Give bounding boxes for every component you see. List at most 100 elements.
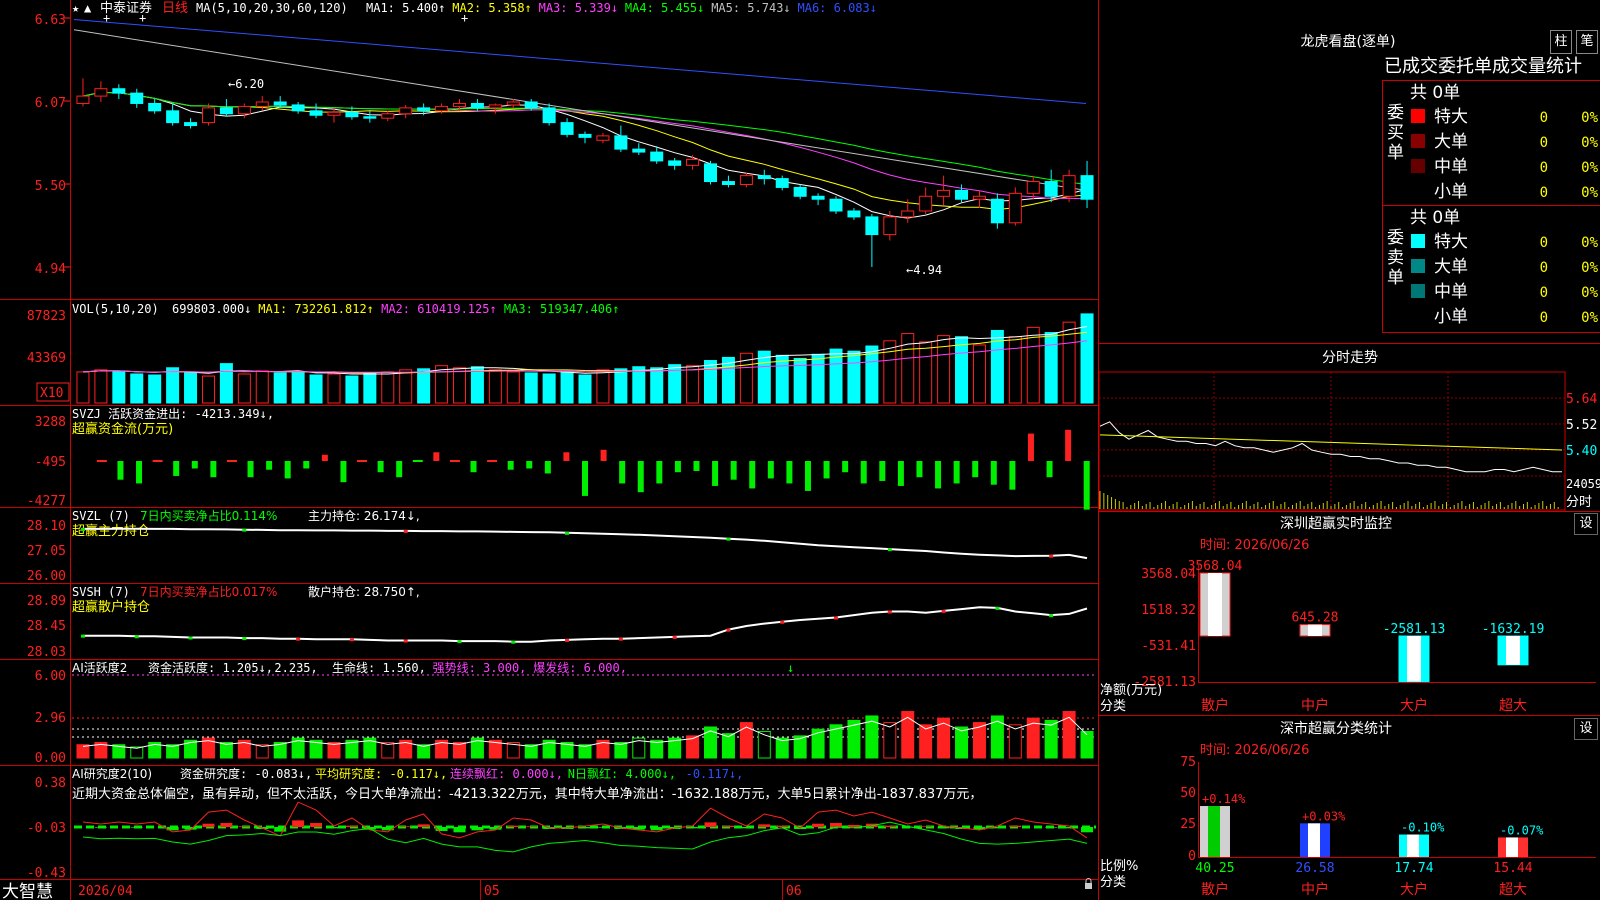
legend-item: 平均研究度: -0.117↓, (315, 766, 447, 781)
fund-flow-bar (303, 461, 310, 469)
candle-body (721, 181, 735, 185)
legend-item: MA2: 610419.125↑ (381, 302, 497, 316)
fund-flow-bar (823, 461, 830, 479)
research-bar (453, 827, 466, 833)
order-color-swatch (1411, 309, 1425, 323)
dragon-tiger-title: 龙虎看盘(逐单) (1301, 33, 1396, 50)
intraday-y-tick: 5.52 (1566, 418, 1597, 433)
main-y-tick: 5.50 (35, 179, 66, 194)
candle-body (632, 148, 646, 153)
sort-arrow-icon[interactable]: ▲ (84, 1, 92, 15)
holding-dot (565, 531, 570, 535)
monitor-value: 645.28 (1292, 611, 1339, 626)
candle-body (309, 110, 323, 116)
order-pct: 0% (1581, 185, 1598, 201)
monitor-category: 大户 (1400, 697, 1428, 714)
volume-bar (686, 365, 700, 404)
holding-dot (1049, 614, 1054, 618)
candle-body (327, 111, 341, 116)
fund-flow-bar (712, 461, 719, 486)
monitor-settings-button[interactable]: 设 (1574, 513, 1598, 535)
fund-flow-bar (284, 461, 291, 479)
fund-flow-bar (860, 461, 867, 484)
order-color-swatch (1411, 184, 1425, 198)
monitor-title: 深圳超赢实时监控 (1280, 515, 1392, 532)
svsh-subtitle: 超赢散户持仓 (72, 599, 150, 615)
intraday-y-tick: 5.40 (1566, 444, 1597, 459)
fund-flow-bar (96, 460, 107, 462)
period-label[interactable]: 日线 (162, 1, 188, 16)
order-side-label: 委 (1387, 228, 1404, 248)
holding-dot (134, 635, 139, 639)
classify-settings-button[interactable]: 设 (1574, 718, 1598, 740)
svzj-y-tick: 3288 (35, 415, 66, 430)
fund-flow-bar (210, 461, 217, 478)
volume-bar (148, 374, 162, 404)
volume-bar (255, 370, 269, 404)
order-color-swatch (1411, 284, 1425, 298)
monitor-time: 时间: 2026/06/26 (1200, 538, 1309, 553)
order-type: 中单 (1434, 282, 1468, 302)
svzl-y-tick: 27.05 (27, 544, 66, 559)
activity-bar (1008, 724, 1022, 759)
order-type: 中单 (1434, 157, 1468, 177)
research-bar (1063, 827, 1076, 829)
order-type: 大单 (1434, 257, 1468, 277)
order-type: 小单 (1434, 182, 1468, 202)
svsh-y-tick: 28.89 (27, 594, 66, 609)
fund-flow-bar (226, 460, 237, 462)
bar-view-button[interactable]: 柱 (1550, 30, 1572, 54)
volume-bar (417, 368, 431, 404)
fund-flow-bar (117, 461, 124, 480)
classify-time: 时间: 2026/06/26 (1200, 743, 1309, 758)
volume-bar (219, 363, 233, 404)
volume-bar (578, 374, 592, 404)
ai-activity-name: AI活跃度2 (72, 660, 127, 675)
ai-activity-pane: AI活跃度2 资金活跃度: 1.205↓, 2.235, 生命线: 1.560, 强势… (35, 660, 1096, 766)
candle-body (1026, 181, 1040, 194)
tick-view-button[interactable]: 笔 (1576, 30, 1598, 54)
activity-bar (721, 733, 735, 759)
volume-ma-line (82, 331, 1088, 374)
classify-ratio: 17.74 (1394, 861, 1433, 876)
holding-dot (457, 640, 462, 644)
order-count: 0 (1540, 110, 1548, 126)
lock-icon[interactable] (1085, 883, 1092, 889)
svsh-hold: 散户持仓: 28.750↑, (308, 584, 420, 599)
candle-body (363, 116, 377, 119)
candle-body (865, 216, 879, 236)
fund-flow-bar (563, 452, 570, 461)
research-bars (74, 801, 1096, 853)
holding-dot (887, 548, 892, 552)
order-side-label: 单 (1387, 268, 1404, 288)
activity-bar (1080, 730, 1094, 759)
moving-average-lines (73, 18, 1088, 219)
fund-flow-bar (693, 461, 700, 471)
signal-plus-icon: + (139, 11, 146, 25)
intraday-label: 分时 (1566, 495, 1592, 510)
volume-bar (399, 369, 413, 404)
volume-bar (883, 340, 897, 404)
volume-bar (919, 341, 933, 404)
legend-item: 生命线: 1.560, (332, 660, 426, 675)
candle-body (166, 110, 180, 124)
research-bar (704, 822, 717, 827)
fund-flow-bar (656, 461, 663, 484)
fund-flow-bar (487, 460, 498, 462)
signal-plus-icon: + (103, 11, 110, 25)
date-label: 05 (484, 884, 500, 899)
volume-bar (811, 353, 825, 404)
star-icon[interactable]: ★ (72, 1, 79, 15)
classify-ratio: 40.25 (1195, 861, 1234, 876)
volume-bar (972, 344, 986, 404)
research-bar (310, 823, 323, 827)
ma-legend: MA1: 5.400↑ MA2: 5.358↑ MA3: 5.339↓ MA4: 5.… (366, 1, 877, 15)
research-bar (579, 827, 591, 829)
volume-bar (345, 375, 359, 404)
research-bar (399, 826, 412, 827)
research-bar (327, 827, 340, 829)
activity-bar (704, 726, 718, 759)
trading-terminal: ★ ▲ 中泰证券 日线 MA(5,10,20,30,60,120) MA1: 5… (0, 0, 1600, 900)
legend-item: MA5: 5.743↓ (711, 1, 790, 15)
candle-body (345, 111, 359, 118)
